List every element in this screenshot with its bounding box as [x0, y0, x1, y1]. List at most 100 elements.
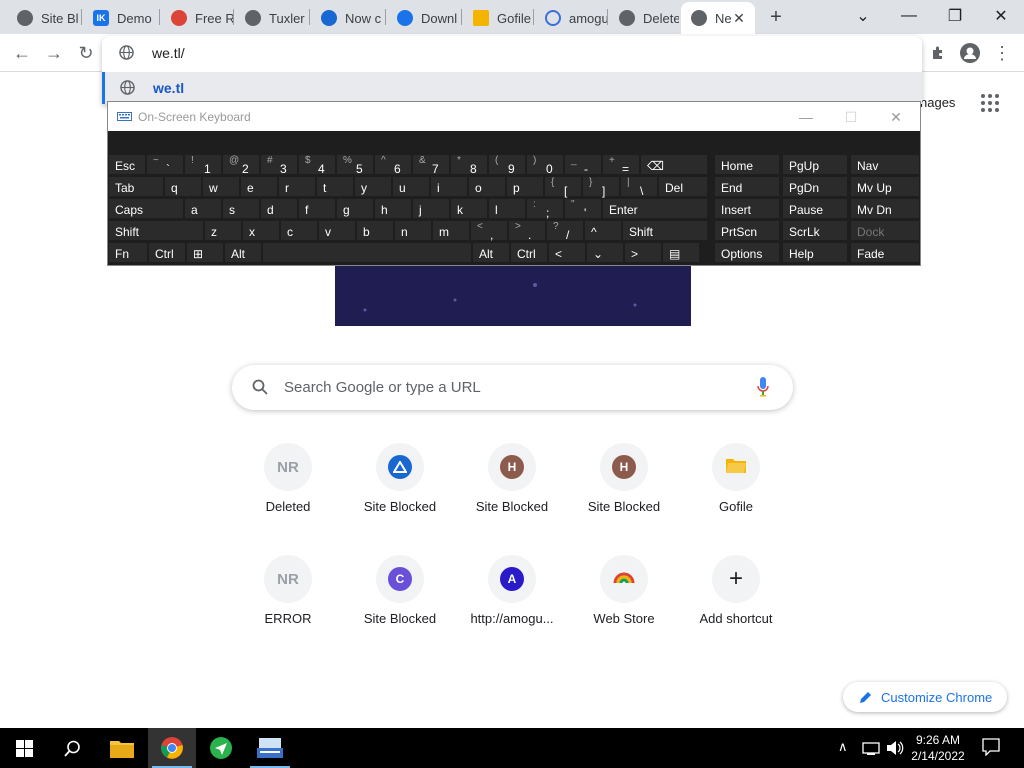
osk-maximize-button[interactable]: ☐	[836, 106, 866, 128]
osk-key[interactable]: | \	[620, 176, 658, 198]
osk-key[interactable]: ⌄	[586, 242, 624, 263]
osk-key[interactable]: c	[280, 220, 318, 241]
osk-minimize-button[interactable]: —	[791, 106, 821, 128]
osk-key[interactable]: n	[394, 220, 432, 241]
osk-key[interactable]: _ -	[564, 154, 602, 176]
tab-7[interactable]: Gofile	[463, 2, 533, 34]
osk-key[interactable]: Enter	[602, 198, 708, 219]
osk-key[interactable]: }]	[582, 176, 620, 198]
osk-key[interactable]: $4	[298, 154, 336, 176]
osk-key[interactable]: v	[318, 220, 356, 241]
osk-side-key[interactable]: Fade	[850, 242, 920, 263]
osk-key[interactable]: Ctrl	[510, 242, 548, 263]
osk-side-key[interactable]: Mv Up	[850, 176, 920, 197]
osk-key[interactable]: :;	[526, 198, 564, 220]
on-screen-keyboard-taskbar-button[interactable]	[246, 728, 294, 768]
osk-key[interactable]: e	[240, 176, 278, 197]
osk-key[interactable]: ▤	[662, 242, 700, 263]
osk-side-key[interactable]: Insert	[714, 198, 780, 219]
shortcut-tile[interactable]: Gofile	[680, 443, 792, 543]
start-button[interactable]	[0, 728, 48, 768]
osk-key[interactable]: Shift	[622, 220, 708, 241]
osk-key[interactable]: Alt	[224, 242, 262, 263]
osk-key[interactable]: a	[184, 198, 222, 219]
osk-key[interactable]: q	[164, 176, 202, 197]
osk-key[interactable]: " '	[564, 198, 602, 220]
osk-side-key[interactable]: Options	[714, 242, 780, 263]
tab-2[interactable]: IK Demo	[83, 2, 159, 34]
osk-key[interactable]: i	[430, 176, 468, 197]
osk-key[interactable]: Tab	[108, 176, 164, 197]
osk-key[interactable]: g	[336, 198, 374, 219]
shortcut-tile[interactable]: + Add shortcut	[680, 555, 792, 655]
osk-key[interactable]: r	[278, 176, 316, 197]
osk-key[interactable]: Esc	[108, 154, 146, 175]
shortcut-tile[interactable]: NR ERROR	[232, 555, 344, 655]
osk-key[interactable]: {[	[544, 176, 582, 198]
network-icon[interactable]	[862, 740, 880, 756]
tab-3[interactable]: Free R	[161, 2, 233, 34]
osk-key[interactable]: Del	[658, 176, 708, 197]
osk-key[interactable]: ⊞	[186, 242, 224, 263]
osk-key[interactable]: ~ `	[146, 154, 184, 176]
shortcut-tile[interactable]: NR Deleted	[232, 443, 344, 543]
osk-side-key[interactable]: Nav	[850, 154, 920, 175]
back-button[interactable]: ←	[8, 40, 36, 66]
osk-key[interactable]: & 7	[412, 154, 450, 176]
osk-key[interactable]: * 8	[450, 154, 488, 176]
osk-key[interactable]: l	[488, 198, 526, 219]
osk-side-key[interactable]: Mv Dn	[850, 198, 920, 219]
osk-side-key[interactable]: ScrLk	[782, 220, 848, 241]
clock[interactable]: 9:26 AM 2/14/2022	[904, 732, 972, 764]
osk-key[interactable]: ) 0	[526, 154, 564, 176]
tab-6[interactable]: Downl	[387, 2, 461, 34]
show-hidden-icons-button[interactable]: ∧	[838, 739, 848, 755]
osk-key[interactable]: Fn	[108, 242, 148, 263]
osk-key[interactable]: b	[356, 220, 394, 241]
osk-key[interactable]: % 5	[336, 154, 374, 176]
osk-key[interactable]: x	[242, 220, 280, 241]
osk-key[interactable]: ^ 6	[374, 154, 412, 176]
osk-key[interactable]: (9	[488, 154, 526, 176]
apps-icon[interactable]	[981, 94, 999, 112]
shortcut-tile[interactable]: H Site Blocked	[568, 443, 680, 543]
osk-key[interactable]: <,	[470, 220, 508, 242]
osk-key[interactable]: Caps	[108, 198, 184, 219]
tab-1[interactable]: Site Bl	[7, 2, 81, 34]
minimize-button[interactable]: —	[886, 0, 932, 32]
shortcut-tile[interactable]: Site Blocked	[344, 443, 456, 543]
osk-close-button[interactable]: ✕	[881, 106, 911, 128]
osk-key[interactable]: Shift	[108, 220, 204, 241]
osk-key[interactable]	[262, 242, 472, 263]
tab-10[interactable]: Ne ✕	[681, 2, 755, 34]
shortcut-tile[interactable]: Ahttp://amogu...	[456, 555, 568, 655]
osk-key[interactable]: y	[354, 176, 392, 197]
osk-key[interactable]: k	[450, 198, 488, 219]
osk-side-key[interactable]: Pause	[782, 198, 848, 219]
osk-key[interactable]: ! 1	[184, 154, 222, 176]
osk-key[interactable]: f	[298, 198, 336, 219]
osk-key[interactable]: s	[222, 198, 260, 219]
osk-side-key[interactable]: End	[714, 176, 780, 197]
osk-key[interactable]: m	[432, 220, 470, 241]
reload-button[interactable]: ↻	[72, 40, 100, 66]
osk-key[interactable]: ? /	[546, 220, 584, 242]
shortcut-tile[interactable]: C Site Blocked	[344, 555, 456, 655]
osk-key[interactable]: d	[260, 198, 298, 219]
search-box[interactable]: Search Google or type a URL	[232, 365, 793, 410]
chrome-taskbar-button[interactable]	[148, 728, 196, 768]
menu-button[interactable]: ⋮	[988, 40, 1016, 66]
osk-key[interactable]: @2	[222, 154, 260, 176]
shortcut-tile[interactable]: H Site Blocked	[456, 443, 568, 543]
osk-key[interactable]: <	[548, 242, 586, 263]
file-explorer-button[interactable]	[98, 728, 146, 768]
tab-8[interactable]: amogu	[535, 2, 607, 34]
osk-key[interactable]: >.	[508, 220, 546, 242]
osk-side-key[interactable]: Dock	[850, 220, 920, 241]
osk-key[interactable]: h	[374, 198, 412, 219]
osk-key[interactable]: >	[624, 242, 662, 263]
shortcut-tile[interactable]: Web Store	[568, 555, 680, 655]
new-tab-button[interactable]: +	[762, 4, 790, 30]
osk-side-key[interactable]: PrtScn	[714, 220, 780, 241]
osk-side-key[interactable]: Help	[782, 242, 848, 263]
